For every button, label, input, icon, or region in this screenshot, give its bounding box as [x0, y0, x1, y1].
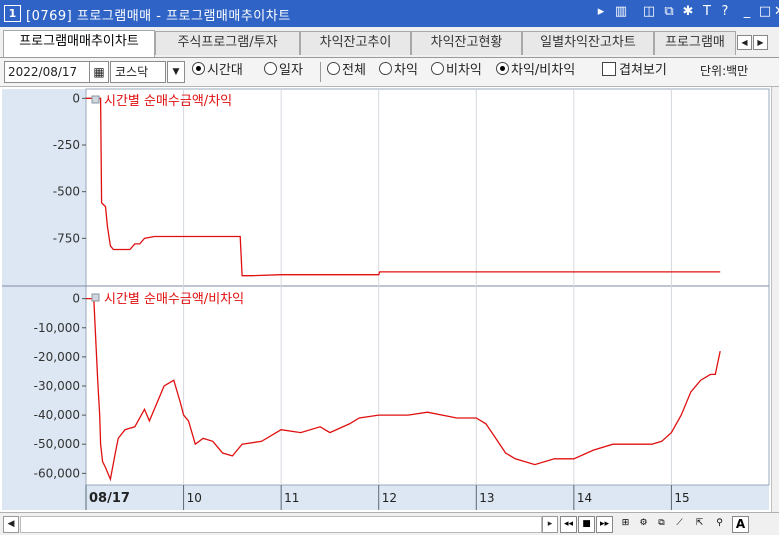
line-draw-icon[interactable]: ⟋ [672, 516, 687, 531]
y-tick-label: -250 [53, 138, 80, 152]
x-tick-label: 11 [284, 491, 299, 505]
tab-stock-program-investor[interactable]: 주식프로그램/투자 [155, 31, 300, 55]
y-tick-label: -30,000 [34, 379, 80, 393]
link-icon[interactable]: ▸ [592, 4, 610, 19]
radio-type-arbitrage[interactable]: 차익 [379, 62, 418, 80]
scroll-left-icon[interactable]: ◀ [3, 516, 19, 533]
chart-area[interactable]: 08/17 10 11 12 13 14 15 0 -250 -500 -750 시간별 순매수금액/… [0, 87, 779, 512]
y-tick-label: -750 [53, 231, 80, 245]
y-tick-label: -20,000 [34, 350, 80, 364]
x-tick-label: 08/17 [89, 491, 130, 506]
stop-icon[interactable]: ■ [578, 516, 595, 533]
overlay-checkbox[interactable]: 겹쳐보기 [602, 62, 667, 80]
horizontal-scrollbar-track[interactable] [20, 516, 542, 533]
y-tick-label: -500 [53, 185, 80, 199]
y-tick-label: -60,000 [34, 466, 80, 480]
grid-icon[interactable]: ⊞ [618, 516, 633, 531]
radio-dot-icon [379, 62, 392, 75]
radio-dot-icon [192, 62, 205, 75]
tab-bar: 프로그램매매추이차트 주식프로그램/투자 차익잔고추이 차익잔고현황 일별차익잔… [0, 27, 779, 58]
settings-icon[interactable]: ⚙ [636, 516, 651, 531]
market-dropdown-chevron-icon[interactable]: ▼ [167, 61, 185, 83]
market-select[interactable]: 코스닥 [110, 61, 166, 83]
minimize-button[interactable]: _ [738, 4, 756, 19]
tab-arbitrage-balance-status[interactable]: 차익잔고현황 [411, 31, 522, 55]
text-tool-icon[interactable]: A [732, 516, 749, 533]
legend-marker [91, 95, 100, 104]
unit-label: 단위:백만 [700, 64, 749, 78]
screen-icon[interactable]: ▥ [612, 4, 630, 19]
radio-period-time[interactable]: 시간대 [192, 62, 243, 80]
pin-icon[interactable]: ✱ [679, 4, 697, 19]
scroll-right-icon[interactable]: ▸ [542, 516, 558, 533]
tab-program-more[interactable]: 프로그램매 [654, 31, 736, 55]
window-titlebar: 1 [0769] 프로그램매매 - 프로그램매매추이차트 ▸ ▥ ◫ ⧉ ✱ T… [0, 0, 779, 27]
series-title: 시간별 순매수금액/비차익 [104, 292, 244, 307]
split-icon[interactable]: ◫ [640, 4, 658, 19]
calendar-icon[interactable]: ▦ [89, 61, 109, 83]
x-tick-label: 10 [187, 491, 202, 505]
radio-type-arb-nonarb[interactable]: 차익/비차익 [496, 62, 575, 80]
help-icon[interactable]: ? [716, 4, 734, 19]
zoom-icon[interactable]: ⚲ [712, 516, 727, 531]
window-title: [0769] 프로그램매매 - 프로그램매매추이차트 [26, 9, 291, 24]
maximize-button[interactable]: □ [756, 4, 774, 19]
tab-daily-arbitrage-balance-chart[interactable]: 일별차익잔고차트 [522, 31, 654, 55]
radio-dot-icon [327, 62, 340, 75]
tab-scroll-left-icon[interactable]: ◀ [737, 35, 752, 50]
rewind-icon[interactable]: ◂◂ [560, 516, 577, 533]
fast-forward-icon[interactable]: ▸▸ [596, 516, 613, 533]
copy-chart-icon[interactable]: ⧉ [654, 516, 669, 531]
x-tick-label: 13 [479, 491, 494, 505]
right-edge-bar [771, 87, 779, 512]
tab-arbitrage-balance-trend[interactable]: 차익잔고추이 [300, 31, 411, 55]
y-tick-label: -40,000 [34, 408, 80, 422]
x-tick-label: 15 [674, 491, 689, 505]
chart-scroll-toolbar: ◀ ▸ ◂◂ ■ ▸▸ ⊞ ⚙ ⧉ ⟋ ⇱ ⚲ A [0, 512, 779, 535]
tab-program-trend-chart[interactable]: 프로그램매매추이차트 [3, 30, 155, 57]
options-toolbar: 2022/08/17 ▦ 코스닥 ▼ 시간대 일자 전체 차익 비차익 차익/비… [0, 58, 779, 87]
y-tick-label: 0 [72, 292, 80, 306]
y-tick-label: 0 [72, 91, 80, 105]
date-input[interactable]: 2022/08/17 [4, 61, 92, 83]
tab-scroll-right-icon[interactable]: ▶ [753, 35, 768, 50]
y-tick-label: -10,000 [34, 321, 80, 335]
radio-type-non-arbitrage[interactable]: 비차익 [431, 62, 482, 80]
cursor-icon[interactable]: ⇱ [692, 516, 707, 531]
x-tick-label: 14 [577, 491, 592, 505]
toolbar-divider [320, 62, 321, 82]
series-title: 시간별 순매수금액/차익 [104, 94, 232, 109]
radio-dot-icon [264, 62, 277, 75]
radio-dot-icon [496, 62, 509, 75]
screen-number-badge: 1 [4, 5, 21, 22]
radio-period-day[interactable]: 일자 [264, 62, 303, 80]
chart-svg: 08/17 10 11 12 13 14 15 0 -250 -500 -750 시간별 순매수금액/… [0, 87, 771, 512]
radio-type-all[interactable]: 전체 [327, 62, 366, 80]
copy-window-icon[interactable]: ⧉ [660, 4, 678, 19]
x-tick-label: 12 [382, 491, 397, 505]
radio-dot-icon [431, 62, 444, 75]
y-tick-label: -50,000 [34, 437, 80, 451]
checkbox-icon [602, 62, 616, 76]
close-button[interactable]: ✕ [774, 4, 779, 19]
legend-marker [91, 293, 100, 302]
font-size-icon[interactable]: T [698, 4, 716, 19]
